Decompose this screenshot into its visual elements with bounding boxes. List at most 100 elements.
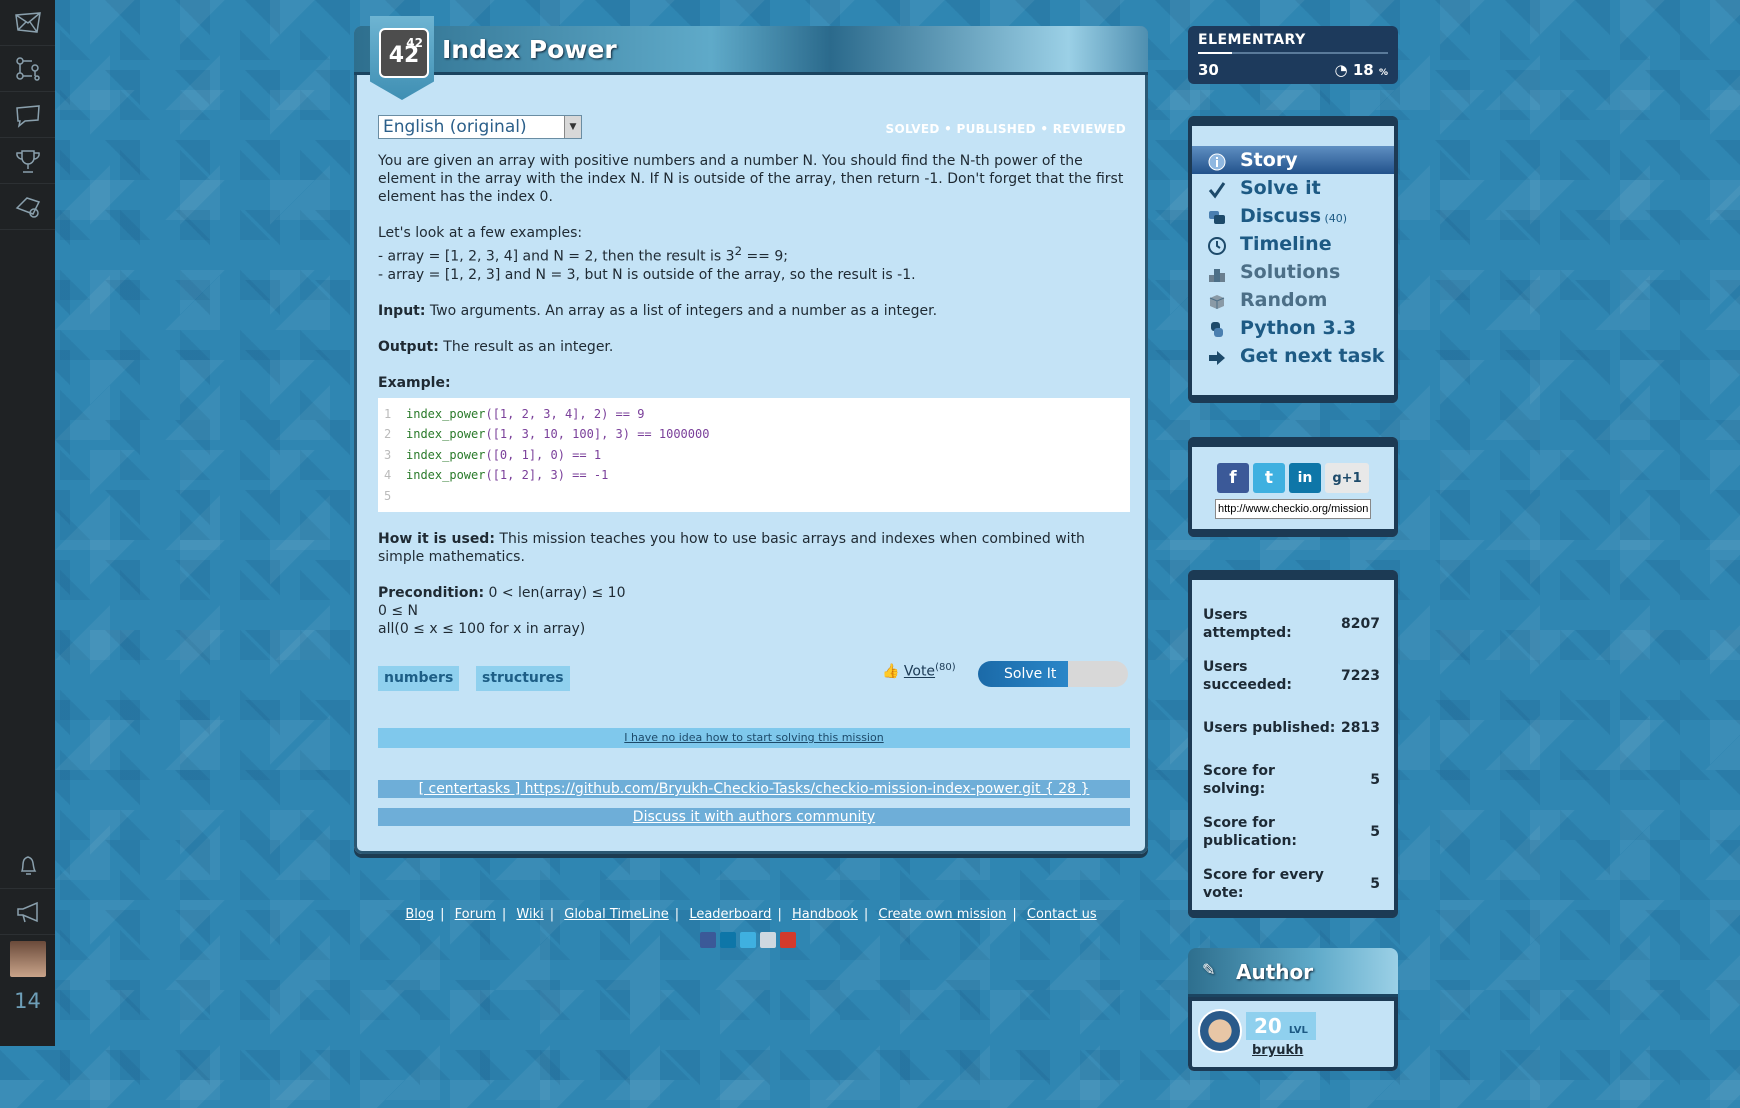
author-avatar[interactable] [1198,1009,1242,1053]
menu-timeline[interactable]: Timeline [1188,230,1398,258]
code-args: ([1, 2], 3) == -1 [485,468,609,483]
menu-solve-it[interactable]: Solve it [1188,174,1398,202]
stat-value: 8207 [1341,616,1380,632]
code-line: 3 index_power([0, 1], 0) == 1 [384,445,1124,466]
checkmark-icon [1208,179,1226,199]
code-fn: index_power [406,447,486,462]
level-percent: ◔ 18 % [1335,61,1388,79]
solve-it-button[interactable]: Solve It [978,661,1128,687]
facebook-icon[interactable]: f [1217,463,1249,493]
output-block: Output: The result as an integer. [378,338,1130,356]
menu-random[interactable]: Random [1188,286,1398,314]
menu-next-task-label: Get next task [1240,345,1385,367]
author-level-unit: LVL [1288,1025,1308,1036]
code-fn: index_power [406,406,486,421]
line-number: 4 [384,468,392,483]
share-url-field[interactable] [1215,499,1371,519]
delicious-icon[interactable] [760,932,776,948]
code-line: 2 index_power([1, 3, 10, 100], 3) == 1000… [384,424,1124,445]
left-rail: 14 [0,0,55,1046]
menu-discuss[interactable]: Discuss (40) [1188,202,1398,230]
trophy-icon[interactable] [0,138,55,184]
precondition-2: 0 ≤ N [378,603,419,620]
precondition-block: Precondition: 0 < len(array) ≤ 10 0 ≤ N … [378,584,1130,638]
level-percent-value: 18 [1352,61,1374,79]
precondition-1: 0 < len(array) ≤ 10 [484,585,626,602]
thumbs-up-icon: 👍 [882,663,900,680]
footer-link-handbook[interactable]: Handbook [792,907,858,922]
footer-social-icons [700,932,796,948]
megaphone-icon[interactable] [0,889,55,935]
footer-link-wiki[interactable]: Wiki [516,907,543,922]
vote-count: (80) [935,662,956,673]
google-plus-label: +1 [1341,470,1362,486]
menu-python-version[interactable]: Python 3.3 [1188,314,1398,342]
stat-value: 2813 [1341,720,1380,736]
footer-link-forum[interactable]: Forum [455,907,496,922]
vote-label: Vote [903,663,936,680]
gmail-icon[interactable] [780,932,796,948]
menu-story[interactable]: Story [1192,146,1394,174]
menu-discuss-label: Discuss [1240,205,1322,227]
linkedin-icon[interactable]: in [1289,463,1321,493]
menu-solutions[interactable]: Solutions [1188,258,1398,286]
chevron-down-icon[interactable]: ▼ [564,116,581,138]
stat-label: Users succeeded: [1203,659,1293,693]
google-plus-icon[interactable]: g +1 [1325,463,1369,493]
tag-structures[interactable]: structures [476,666,570,691]
stat-value: 5 [1370,824,1380,840]
linkedin-icon[interactable] [720,932,736,948]
code-fn: index_power [406,468,486,483]
example-a-pre: - array = [1, 2, 3, 4] and N = 2, then t… [378,248,735,265]
line-number: 3 [384,447,392,462]
mission-number-sup: 42 [406,36,423,50]
discuss-authors-link[interactable]: Discuss it with authors community [633,809,875,825]
clock-icon [1208,235,1226,255]
hat-gear-icon[interactable] [0,184,55,230]
user-avatar[interactable] [9,941,46,977]
description-paragraph: You are given an array with positive num… [378,153,1124,205]
examples-intro: Let's look at a few examples: [378,225,583,241]
twitter-icon[interactable]: t [1253,463,1285,493]
how-used-block: How it is used: This mission teaches you… [378,530,1130,566]
example-label: Example: [378,374,451,391]
tag-numbers[interactable]: numbers [378,666,460,691]
code-line: 4 index_power([1, 2], 3) == -1 [384,465,1124,486]
input-label: Input: [378,302,426,319]
logo-envelope-icon[interactable] [0,0,55,46]
stat-row: Score for publication: 5 [1202,806,1384,858]
footer-link-timeline[interactable]: Global TimeLine [564,907,669,922]
arrow-right-icon [1208,347,1226,365]
hint-link[interactable]: I have no idea how to start solving this… [624,731,883,744]
example-a-sup: 2 [734,244,742,258]
mission-description: You are given an array with positive num… [378,152,1130,656]
stat-label: Users published: [1203,720,1336,736]
level-percent-unit: % [1378,68,1388,78]
facebook-icon[interactable] [700,932,716,948]
footer-link-blog[interactable]: Blog [405,907,434,922]
code-block[interactable]: 1 index_power([1, 2, 3, 4], 2) == 9 2 inde… [378,397,1130,513]
chat-icon[interactable] [0,92,55,138]
line-number: 5 [384,488,392,503]
repo-link[interactable]: [ centertasks ] https://github.com/Bryuk… [419,781,1090,797]
footer-link-leaderboard[interactable]: Leaderboard [689,907,771,922]
author-name-link[interactable]: bryukh [1252,1043,1303,1058]
level-progress[interactable]: ELEMENTARY 30 ◔ 18 % [1188,26,1398,84]
input-text: Two arguments. An array as a list of int… [425,302,938,319]
twitter-icon[interactable] [740,932,756,948]
map-tree-icon[interactable] [0,46,55,92]
line-number: 2 [384,427,392,442]
language-select[interactable]: English (original) ▼ [378,115,582,139]
menu-next-task[interactable]: Get next task [1188,342,1398,370]
footer-link-create-mission[interactable]: Create own mission [878,907,1006,922]
mission-menu: Story Solve it Discuss (40) Timeline Sol… [1188,116,1398,403]
box-icon [1208,291,1226,309]
precondition-label: Precondition: [378,585,485,602]
mission-badge: 42 42 [370,16,434,100]
mission-status: SOLVED • PUBLISHED • REVIEWED [885,122,1126,136]
bell-icon[interactable] [0,843,55,889]
menu-random-label: Random [1240,289,1328,311]
stat-row: Users attempted: 8207 [1202,598,1384,650]
footer-link-contact[interactable]: Contact us [1027,907,1097,922]
vote-link[interactable]: 👍 Vote(80) [882,662,956,680]
